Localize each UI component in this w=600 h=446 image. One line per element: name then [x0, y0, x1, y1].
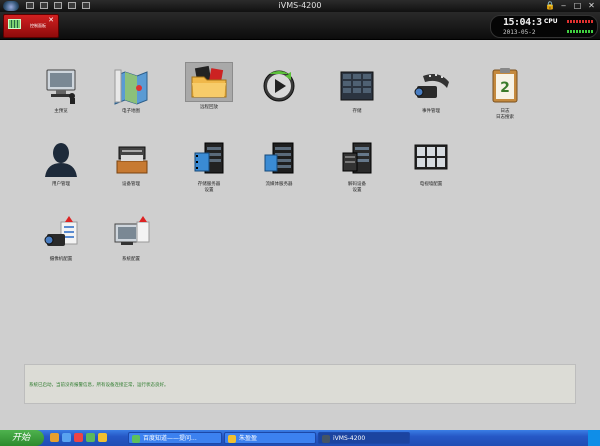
tab-label: 控制面板 — [30, 23, 46, 28]
browser-task-icon — [132, 435, 140, 443]
memory-usage-meter — [567, 30, 593, 33]
task-label: iVMS-4200 — [333, 435, 366, 442]
module-stream-server[interactable]: 流媒体服务器 — [244, 139, 314, 188]
maximize-icon[interactable]: □ — [573, 1, 582, 10]
module-main-view[interactable]: 主预览 — [26, 66, 96, 115]
control-panel-icon — [8, 19, 21, 29]
task-user[interactable]: 朱盈盈 — [224, 432, 316, 444]
module-emap[interactable]: 电子地图 — [96, 66, 166, 115]
module-storage-server[interactable]: 存储服务器 设置 — [174, 139, 244, 194]
app-window: iVMS-4200 🔒 ‒ □ ✕ 控制面板 ✕ 15:04:3 2013-05… — [0, 0, 600, 446]
close-icon[interactable]: ✕ — [48, 16, 54, 24]
module-label: 事件管理 — [422, 109, 440, 114]
task-label: 百度知道——提问... — [143, 435, 197, 442]
task-label: 朱盈盈 — [239, 435, 258, 442]
camera-settings-icon — [39, 214, 83, 254]
folder-task-icon — [228, 435, 236, 443]
stream-server-icon — [257, 139, 301, 179]
window-title: iVMS-4200 — [278, 1, 322, 10]
module-label: 远程回放 — [200, 105, 218, 110]
clock-time: 15:04:3 — [503, 17, 542, 28]
ie-icon[interactable] — [62, 433, 71, 442]
module-remote-playback[interactable]: 远程回放 — [174, 62, 244, 111]
system-tray — [588, 430, 600, 446]
folder-media-icon — [185, 62, 233, 102]
module-label: 主预览 — [54, 109, 68, 114]
task-baidu[interactable]: 百度知道——提问... — [128, 432, 222, 444]
module-label: 流媒体服务器 — [265, 182, 293, 187]
module-system-config[interactable]: 系统配置 — [96, 214, 166, 263]
monitor-icon — [39, 66, 83, 106]
module-decoder[interactable]: 解码设备 设置 — [322, 139, 392, 194]
module-label: 电视墙配置 — [419, 182, 443, 187]
lock-icon[interactable]: 🔒 — [545, 1, 555, 10]
desktop-icon[interactable] — [50, 433, 59, 442]
minimize-icon[interactable]: ‒ — [559, 1, 568, 10]
module-label: 摄像机配置 — [49, 257, 73, 262]
tab-control-panel[interactable]: 控制面板 ✕ — [3, 14, 59, 38]
device-box-icon — [109, 139, 153, 179]
module-event-management[interactable]: 事件管理 — [396, 66, 466, 115]
module-label-2: 设置 — [352, 188, 362, 193]
module-label: 系统配置 — [122, 257, 140, 262]
module-label: 存储 — [352, 109, 362, 114]
svg-text:2: 2 — [500, 80, 510, 96]
module-label: 用户管理 — [52, 182, 70, 187]
monitor-settings-icon — [109, 214, 153, 254]
module-label: 电子地图 — [122, 109, 140, 114]
alarm-log-panel: 系统已启动，当前没有报警信息，所有设备连接正常，运行状态良好。 — [24, 364, 576, 404]
storage-array-icon — [335, 66, 379, 106]
window-controls: 🔒 ‒ □ ✕ — [545, 1, 596, 10]
module-storage[interactable]: 存储 — [322, 66, 392, 115]
user-icon — [39, 139, 83, 179]
clock-date: 2013-05-2 — [503, 29, 536, 36]
log-message: 系统已启动，当前没有报警信息，所有设备连接正常，运行状态良好。 — [29, 383, 169, 388]
quick-launch — [50, 433, 107, 442]
module-user-management[interactable]: 用户管理 — [26, 139, 96, 188]
close-icon[interactable]: ✕ — [587, 1, 596, 10]
task-ivms[interactable]: iVMS-4200 — [318, 432, 410, 444]
decoder-server-icon — [335, 139, 379, 179]
control-panel: 主预览 电子地图 远程回放 存储 事件管理 2 日志 日志搜索 用户管理 设备管… — [0, 41, 600, 430]
server-film-icon — [187, 139, 231, 179]
module-label-2: 日志搜索 — [496, 115, 514, 120]
module-camera-config[interactable]: 摄像机配置 — [26, 214, 96, 263]
module-device-management[interactable]: 设备管理 — [96, 139, 166, 188]
media-icon[interactable] — [74, 433, 83, 442]
map-icon — [109, 66, 153, 106]
module-video-wall[interactable]: 电视墙配置 — [396, 139, 466, 188]
module-label: 设备管理 — [122, 182, 140, 187]
browser-icon[interactable] — [86, 433, 95, 442]
main-toolbar: 控制面板 ✕ 15:04:3 2013-05-2 CPU — [0, 12, 600, 40]
status-panel: 15:04:3 2013-05-2 CPU — [490, 15, 598, 38]
module-log-search[interactable]: 2 日志 日志搜索 — [470, 66, 540, 121]
cpu-usage-meter — [567, 20, 593, 23]
cpu-label: CPU — [544, 18, 558, 25]
video-wall-icon — [409, 139, 453, 179]
ivms-task-icon — [322, 435, 330, 443]
module-label-2: 设置 — [204, 188, 214, 193]
windows-taskbar: 开始 百度知道——提问... 朱盈盈 iVMS-4200 — [0, 430, 600, 446]
module-playback[interactable] — [244, 66, 314, 106]
folder-icon[interactable] — [98, 433, 107, 442]
start-button[interactable]: 开始 — [0, 430, 44, 446]
clipboard-icon: 2 — [483, 66, 527, 106]
title-bar: iVMS-4200 🔒 ‒ □ ✕ — [0, 0, 600, 12]
play-icon — [257, 66, 301, 106]
camera-film-icon — [409, 66, 453, 106]
